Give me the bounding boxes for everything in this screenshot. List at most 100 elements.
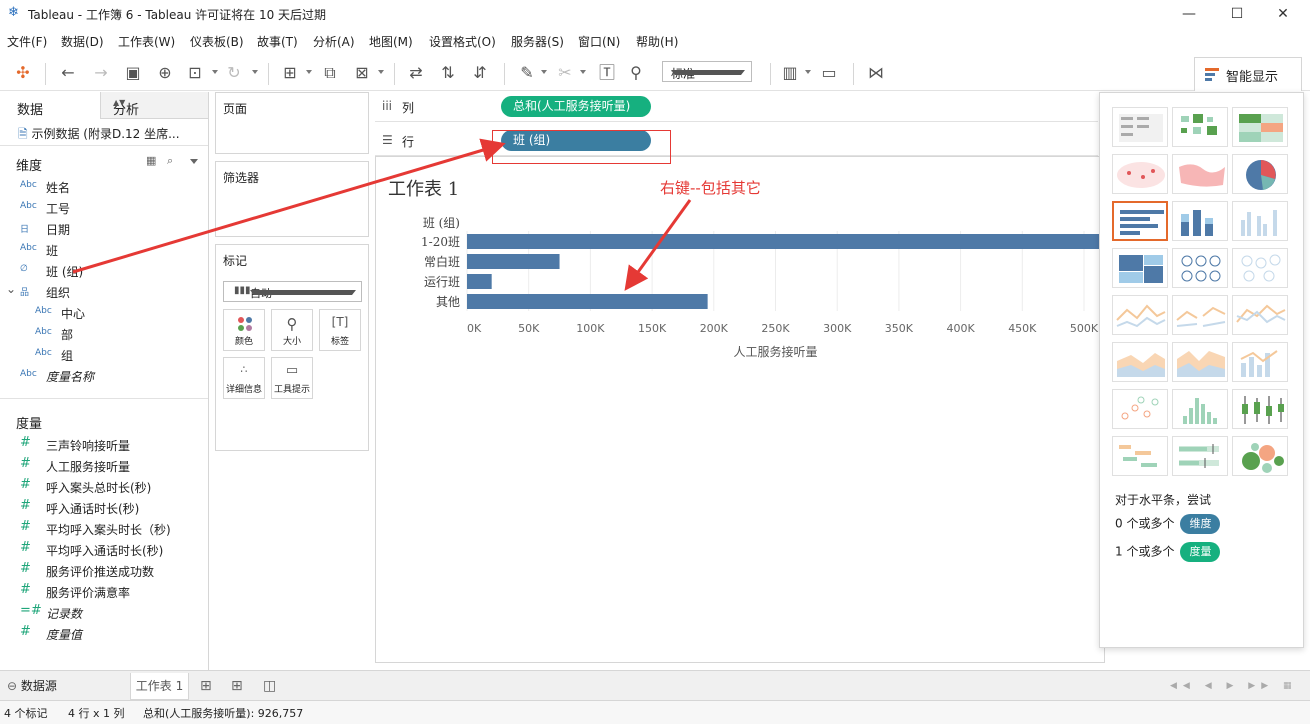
measure-field[interactable]: # 呼入通话时长(秒): [0, 497, 208, 518]
measure-field[interactable]: # 服务评价满意率: [0, 581, 208, 602]
stacked-bars-chart-option[interactable]: [1172, 201, 1228, 241]
dimension-field[interactable]: ∅ 班 (组): [0, 260, 208, 281]
heat-map-chart-option[interactable]: [1172, 107, 1228, 147]
mark-type-select[interactable]: ▮▮▮ 自动: [223, 281, 362, 302]
bar[interactable]: [467, 274, 492, 289]
chevron-down-icon[interactable]: [190, 159, 198, 164]
measure-field[interactable]: # 呼入案头总时长(秒): [0, 476, 208, 497]
refresh-icon[interactable]: ↻: [224, 63, 244, 83]
menu-help[interactable]: 帮助(H): [636, 33, 678, 50]
area-continuous-chart-option[interactable]: [1112, 342, 1168, 382]
undo-icon[interactable]: ←: [58, 63, 78, 83]
highlight-icon[interactable]: ✎: [517, 63, 537, 83]
clear-sheet-icon[interactable]: ⊠: [352, 63, 372, 83]
rows-shelf[interactable]: ☰ 行 班 (组): [375, 126, 1098, 156]
presentation-mode-icon[interactable]: ▭: [819, 63, 839, 83]
histogram-chart-option[interactable]: [1172, 389, 1228, 429]
tooltip-button[interactable]: ▭ 工具提示: [271, 357, 313, 399]
text-table-chart-option[interactable]: [1112, 107, 1168, 147]
symbol-map-chart-option[interactable]: [1112, 154, 1168, 194]
redo-icon[interactable]: →: [91, 63, 111, 83]
columns-pill[interactable]: 总和(人工服务接听量): [501, 96, 651, 117]
expand-chevron-icon[interactable]: ⌄: [6, 282, 16, 296]
dimension-field[interactable]: 品 组织: [0, 281, 208, 302]
fix-axes-icon[interactable]: ⚲: [626, 63, 646, 83]
dual-combination-chart-option[interactable]: [1232, 342, 1288, 382]
save-icon[interactable]: ▣: [123, 63, 143, 83]
measure-field[interactable]: # 服务评价推送成功数: [0, 560, 208, 581]
sheet1-tab[interactable]: 工作表 1: [130, 673, 189, 700]
dimension-field[interactable]: Abc 部: [0, 323, 208, 344]
menu-data[interactable]: 数据(D): [61, 33, 104, 50]
label-button[interactable]: [T] 标签: [319, 309, 361, 351]
side-by-side-bars-chart-option[interactable]: [1232, 201, 1288, 241]
bullet-graph-chart-option[interactable]: [1172, 436, 1228, 476]
pause-updates-icon[interactable]: ⊡: [185, 63, 205, 83]
maximize-button[interactable]: ☐: [1214, 2, 1260, 26]
tab-data[interactable]: 数据: [0, 92, 100, 119]
menu-map[interactable]: 地图(M): [369, 33, 413, 50]
dimension-field[interactable]: 日 日期: [0, 218, 208, 239]
bar-chart[interactable]: 0K 50K 100K 150K 200K 250K 300K 350K 400K 450K 500…: [376, 157, 1105, 663]
pie-chart-chart-option[interactable]: [1232, 154, 1288, 194]
menu-story[interactable]: 故事(T): [257, 33, 298, 50]
swap-icon[interactable]: ⇄: [406, 63, 426, 83]
packed-bubbles-chart-option[interactable]: [1232, 436, 1288, 476]
group-icon[interactable]: ✂: [555, 63, 575, 83]
menu-format[interactable]: 设置格式(O): [429, 33, 496, 50]
color-button[interactable]: 颜色: [223, 309, 265, 351]
dimension-field[interactable]: Abc 中心: [0, 302, 208, 323]
measure-field[interactable]: =# 记录数: [0, 602, 208, 623]
datasource-item[interactable]: 🗎 示例数据 (附录D.12 坐席...: [18, 125, 180, 146]
menu-analysis[interactable]: 分析(A): [313, 33, 355, 50]
share-icon[interactable]: ⋈: [866, 63, 886, 83]
new-story-icon[interactable]: ◫: [263, 673, 276, 700]
size-button[interactable]: ⚲ 大小: [271, 309, 313, 351]
close-button[interactable]: ✕: [1260, 2, 1306, 26]
bar[interactable]: [467, 234, 1105, 249]
continuous-lines-chart-option[interactable]: [1112, 295, 1168, 335]
filters-card[interactable]: 筛选器: [215, 161, 369, 237]
columns-shelf[interactable]: iii 列 总和(人工服务接听量): [375, 92, 1098, 122]
box-and-whisker-chart-option[interactable]: [1232, 389, 1288, 429]
new-worksheet-icon[interactable]: ⊞: [280, 63, 300, 83]
menu-window[interactable]: 窗口(N): [578, 33, 620, 50]
datasource-tab[interactable]: ⊖ 数据源: [7, 673, 57, 700]
view-list-icon[interactable]: ▦: [146, 154, 156, 167]
measure-field[interactable]: # 度量值: [0, 623, 208, 644]
side-by-side-circles-chart-option[interactable]: [1232, 248, 1288, 288]
new-worksheet-icon[interactable]: ⊞: [200, 673, 212, 700]
bar[interactable]: [467, 254, 560, 269]
dimension-field[interactable]: Abc 班: [0, 239, 208, 260]
minimize-button[interactable]: —: [1166, 2, 1212, 26]
tab-analysis[interactable]: 分析 ▲▼: [100, 92, 208, 119]
sheet-navigation-icons[interactable]: ◀◀ ◀ ▶ ▶▶ ▦ ▤ ▥: [1170, 673, 1310, 718]
highlight-table-chart-option[interactable]: [1232, 107, 1288, 147]
show-cards-icon[interactable]: ▥: [780, 63, 800, 83]
area-discrete-chart-option[interactable]: [1172, 342, 1228, 382]
pages-card[interactable]: 页面: [215, 92, 369, 154]
dimension-field[interactable]: Abc 姓名: [0, 176, 208, 197]
dimension-field[interactable]: Abc 工号: [0, 197, 208, 218]
measure-field[interactable]: # 平均呼入案头时长（秒): [0, 518, 208, 539]
circle-views-chart-option[interactable]: [1172, 248, 1228, 288]
show-me-tab[interactable]: 智能显示: [1194, 57, 1302, 91]
measure-field[interactable]: # 平均呼入通话时长(秒): [0, 539, 208, 560]
menu-server[interactable]: 服务器(S): [511, 33, 564, 50]
treemap-chart-option[interactable]: [1112, 248, 1168, 288]
menu-worksheet[interactable]: 工作表(W): [118, 33, 175, 50]
duplicate-sheet-icon[interactable]: ⧉: [320, 63, 340, 83]
gantt-chart-chart-option[interactable]: [1112, 436, 1168, 476]
menu-dashboard[interactable]: 仪表板(B): [190, 33, 244, 50]
new-datasource-icon[interactable]: ⊕: [155, 63, 175, 83]
sort-ascending-icon[interactable]: ⇅: [438, 63, 458, 83]
menu-file[interactable]: 文件(F): [7, 33, 47, 50]
scatter-plot-chart-option[interactable]: [1112, 389, 1168, 429]
bar[interactable]: [467, 294, 708, 309]
tableau-home-icon[interactable]: ✣: [13, 63, 33, 83]
measure-field[interactable]: # 三声铃响接听量: [0, 434, 208, 455]
horizontal-bars-chart-option[interactable]: [1112, 201, 1168, 241]
measure-field[interactable]: # 人工服务接听量: [0, 455, 208, 476]
search-icon[interactable]: ⌕: [167, 154, 173, 168]
labels-icon[interactable]: 🅃: [597, 63, 617, 83]
